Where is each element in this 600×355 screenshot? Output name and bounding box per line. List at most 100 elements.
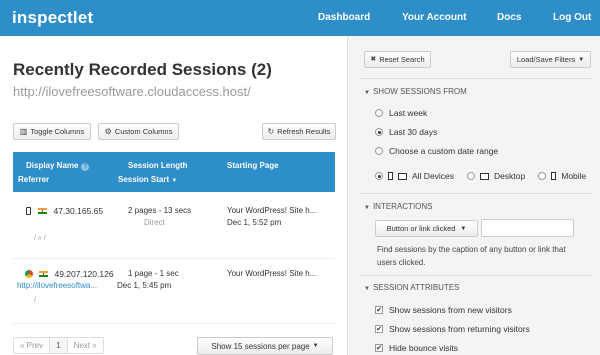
device-filter: All Devices Desktop Mobile xyxy=(375,171,586,181)
radio-last-week[interactable]: Last week xyxy=(375,108,427,118)
caret-down-icon: ▼ xyxy=(312,343,319,349)
page-path: / » / xyxy=(34,235,46,242)
custom-columns-label: Custom Columns xyxy=(114,127,173,136)
radio-button[interactable] xyxy=(375,109,383,117)
section-interactions[interactable]: ▼ INTERACTIONS xyxy=(364,202,433,211)
load-save-filters-button[interactable]: Load/Save Filters ▼ xyxy=(510,51,591,68)
radio-button[interactable] xyxy=(375,147,383,155)
mobile-icon xyxy=(551,172,557,180)
per-page-select[interactable]: Show 15 sessions per page ▼ xyxy=(197,337,333,355)
starting-page[interactable]: Your WordPress! Site h... xyxy=(227,269,316,278)
mobile-label: Mobile xyxy=(561,171,587,181)
desktop-icon xyxy=(480,172,490,180)
radio-last-30-days[interactable]: Last 30 days xyxy=(375,127,437,137)
checkbox-checked[interactable]: ✔ xyxy=(375,344,383,352)
session-start: Dec 1, 5:45 pm xyxy=(117,281,172,290)
table-row[interactable]: 49.207.120.126 http://ilovefreesoftwa...… xyxy=(13,259,335,324)
prev-page-button[interactable]: « Prev xyxy=(14,338,51,353)
interactions-hint: Find sessions by the caption of any butt… xyxy=(377,245,566,267)
interaction-type-label: Button or link clicked xyxy=(386,224,456,233)
col-display-name[interactable]: Display Name? xyxy=(26,161,90,171)
caret-down-icon: ▼ xyxy=(460,225,467,232)
ip-address[interactable]: 47.30.165.65 xyxy=(53,206,103,216)
custom-columns-button[interactable]: ⚙ Custom Columns xyxy=(98,123,179,140)
toggle-columns-label: Toggle Columns xyxy=(30,127,85,136)
referrer-link[interactable]: http://ilovefreesoftwa... xyxy=(17,281,97,290)
col-session-length[interactable]: Session Length xyxy=(128,161,188,170)
col-starting-page[interactable]: Starting Page xyxy=(227,161,279,170)
india-flag-icon xyxy=(39,271,49,277)
radio-button[interactable] xyxy=(375,128,383,136)
divider xyxy=(360,78,592,79)
checkbox-checked[interactable]: ✔ xyxy=(375,325,383,333)
divider xyxy=(360,193,592,194)
col-session-start[interactable]: Session Start ▼ xyxy=(118,175,177,184)
gear-icon: ⚙ xyxy=(104,126,112,136)
checkbox-checked[interactable]: ✔ xyxy=(375,306,383,314)
top-bar: inspectlet Dashboard Your Account Docs L… xyxy=(0,0,600,36)
next-page-button[interactable]: Next » xyxy=(68,338,103,353)
reset-search-label: Reset Search xyxy=(379,55,425,64)
radio-mobile[interactable] xyxy=(538,172,547,180)
sort-desc-icon: ▼ xyxy=(171,178,178,184)
nav-your-account[interactable]: Your Account xyxy=(402,12,466,23)
help-icon[interactable]: ? xyxy=(81,163,90,171)
checkbox-hide-bounce[interactable]: ✔ Hide bounce visits xyxy=(375,343,458,353)
device-cell: 47.30.165.65 xyxy=(26,206,103,216)
nav-docs[interactable]: Docs xyxy=(497,12,521,23)
columns-icon: ▥ xyxy=(19,126,28,136)
caret-down-icon: ▼ xyxy=(578,56,585,63)
reset-search-button[interactable]: ✖ Reset Search xyxy=(364,51,431,68)
nav-dashboard[interactable]: Dashboard xyxy=(318,12,370,23)
per-page-label: Show 15 sessions per page xyxy=(211,341,310,351)
refresh-results-button[interactable]: ↻ Refresh Results xyxy=(262,123,336,140)
app-logo[interactable]: inspectlet xyxy=(12,8,93,28)
triangle-down-icon: ▼ xyxy=(364,286,370,292)
triangle-down-icon: ▼ xyxy=(364,90,370,96)
interaction-type-select[interactable]: Button or link clicked ▼ xyxy=(375,220,478,237)
filters-panel: ✖ Reset Search Load/Save Filters ▼ ▼ SHOW… xyxy=(347,36,600,355)
col-referrer[interactable]: Referrer xyxy=(18,175,49,184)
mobile-icon xyxy=(388,172,393,180)
close-icon: ✖ xyxy=(370,56,377,63)
radio-label: Last week xyxy=(389,108,428,118)
all-devices-label: All Devices xyxy=(412,171,455,181)
india-flag-icon xyxy=(38,208,48,214)
starting-page[interactable]: Your WordPress! Site h... xyxy=(227,206,316,215)
interaction-caption-input[interactable] xyxy=(481,219,574,237)
checkbox-returning-visitors[interactable]: ✔ Show sessions from returning visitors xyxy=(375,324,530,334)
mobile-icon xyxy=(26,207,31,215)
toggle-columns-button[interactable]: ▥ Toggle Columns xyxy=(13,123,91,140)
session-start: Dec 1, 5:52 pm xyxy=(227,218,282,227)
chrome-icon xyxy=(25,270,33,278)
nav-log-out[interactable]: Log Out xyxy=(553,12,591,23)
site-url: http://ilovefreesoftware.cloudaccess.hos… xyxy=(13,84,251,99)
session-length: 1 page - 1 sec xyxy=(128,269,179,278)
radio-desktop[interactable] xyxy=(467,172,476,180)
desktop-label: Desktop xyxy=(494,171,526,181)
sessions-table-header: Display Name? Referrer Session Length Se… xyxy=(13,152,335,192)
ip-address[interactable]: 49.207.120.126 xyxy=(54,269,113,279)
session-length: 2 pages - 13 secs xyxy=(128,206,192,215)
load-save-label: Load/Save Filters xyxy=(516,55,576,64)
triangle-down-icon: ▼ xyxy=(364,205,370,211)
divider xyxy=(360,275,592,276)
radio-all-devices[interactable] xyxy=(375,172,383,180)
checkbox-label: Show sessions from new visitors xyxy=(389,305,512,315)
refresh-label: Refresh Results xyxy=(277,127,331,136)
radio-custom-range[interactable]: Choose a custom date range xyxy=(375,146,498,156)
desktop-icon xyxy=(398,172,407,180)
radio-label: Choose a custom date range xyxy=(389,146,499,156)
refresh-icon: ↻ xyxy=(267,126,275,136)
checkbox-new-visitors[interactable]: ✔ Show sessions from new visitors xyxy=(375,305,512,315)
radio-label: Last 30 days xyxy=(389,127,438,137)
page-number-1[interactable]: 1 xyxy=(50,338,68,353)
checkbox-label: Show sessions from returning visitors xyxy=(389,324,530,334)
section-session-attributes[interactable]: ▼ SESSION ATTRIBUTES xyxy=(364,283,460,292)
section-sessions-from[interactable]: ▼ SHOW SESSIONS FROM xyxy=(364,87,467,96)
page-title: Recently Recorded Sessions (2) xyxy=(13,60,272,79)
checkbox-label: Hide bounce visits xyxy=(389,343,458,353)
table-row[interactable]: 47.30.165.65 2 pages - 13 secs Direct Yo… xyxy=(13,192,335,259)
page-path: / xyxy=(34,297,36,304)
sessions-panel: Recently Recorded Sessions (2) http://il… xyxy=(0,36,347,355)
